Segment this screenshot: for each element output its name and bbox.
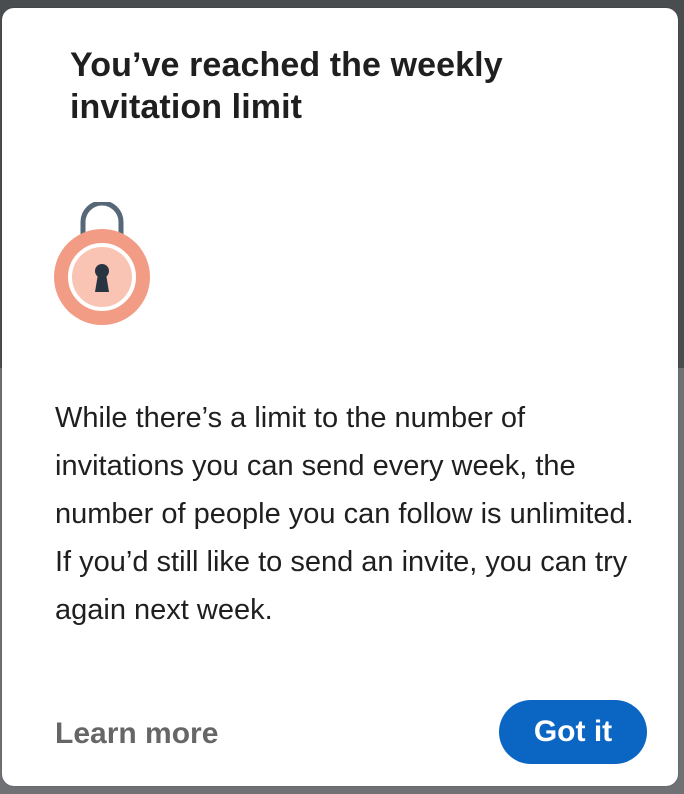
invitation-limit-modal: You’ve reached the weekly invitation lim… [2, 8, 678, 786]
modal-title: You’ve reached the weekly invitation lim… [70, 46, 503, 126]
got-it-button[interactable]: Got it [499, 700, 647, 764]
lock-icon [54, 202, 150, 325]
learn-more-link[interactable]: Learn more [55, 712, 218, 756]
modal-body-text: While there’s a limit to the number of i… [55, 402, 634, 626]
